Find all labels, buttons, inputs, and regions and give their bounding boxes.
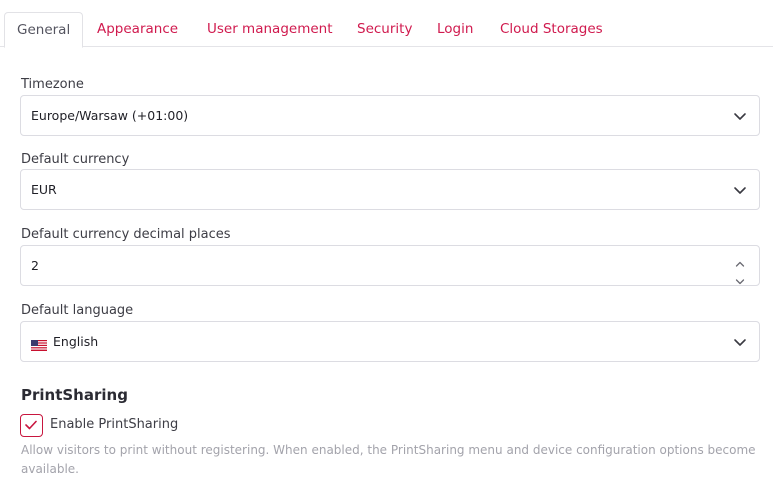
chevron-down-icon xyxy=(733,109,747,123)
timezone-label: Timezone xyxy=(21,77,84,92)
decimals-stepper[interactable]: 2 xyxy=(20,245,760,286)
tab-cloud-storages[interactable]: Cloud Storages xyxy=(500,12,603,47)
tab-appearance[interactable]: Appearance xyxy=(97,12,178,47)
tab-bar: General Appearance User management Secur… xyxy=(0,0,773,48)
spin-up-icon[interactable] xyxy=(735,253,745,267)
tab-security[interactable]: Security xyxy=(357,12,412,47)
timezone-value: Europe/Warsaw (+01:00) xyxy=(31,108,189,123)
timezone-select[interactable]: Europe/Warsaw (+01:00) xyxy=(20,95,760,136)
enable-printsharing-label[interactable]: Enable PrintSharing xyxy=(50,417,178,432)
tab-login[interactable]: Login xyxy=(437,12,473,47)
check-icon xyxy=(25,420,37,430)
printsharing-heading: PrintSharing xyxy=(21,386,128,404)
enable-printsharing-checkbox[interactable] xyxy=(20,414,43,437)
language-label: Default language xyxy=(21,303,134,318)
chevron-down-icon xyxy=(733,183,747,197)
language-value: English xyxy=(53,334,99,349)
currency-label: Default currency xyxy=(21,152,130,167)
currency-value: EUR xyxy=(31,182,57,197)
printsharing-help-text: Allow visitors to print without register… xyxy=(21,443,756,476)
language-select[interactable]: English xyxy=(20,321,760,362)
spin-down-icon[interactable] xyxy=(735,271,745,285)
tab-general[interactable]: General xyxy=(4,12,84,48)
tab-user-management[interactable]: User management xyxy=(207,12,333,47)
decimals-value: 2 xyxy=(31,258,39,273)
currency-select[interactable]: EUR xyxy=(20,169,760,210)
decimals-label: Default currency decimal places xyxy=(21,227,231,242)
chevron-down-icon xyxy=(733,335,747,349)
us-flag-icon xyxy=(31,336,47,351)
